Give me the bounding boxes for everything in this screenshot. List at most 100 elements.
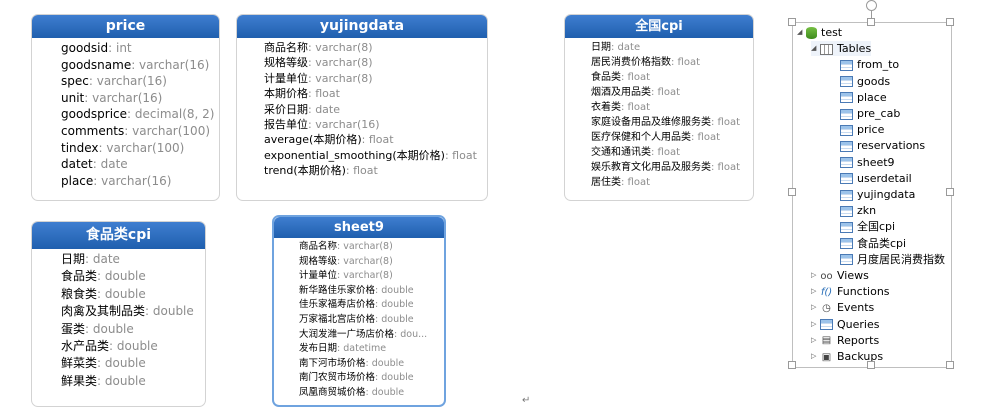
events-clock-icon: ◷ bbox=[822, 302, 831, 314]
field-row: 鲜菜类: double bbox=[61, 355, 205, 372]
resize-handle-ne[interactable] bbox=[946, 18, 954, 26]
field-row: comments: varchar(100) bbox=[61, 123, 219, 140]
field-type: : double bbox=[375, 313, 414, 325]
field-type: : double bbox=[97, 269, 146, 284]
collapsed-arrow-icon[interactable]: ▷ bbox=[811, 333, 820, 348]
field-name: 居住类 bbox=[591, 177, 621, 188]
collapsed-arrow-icon[interactable]: ▷ bbox=[811, 349, 820, 364]
field-row: 计量单位: varchar(8) bbox=[264, 71, 487, 86]
tree-node-queries[interactable]: ▷ Queries bbox=[811, 317, 879, 332]
resize-handle-se[interactable] bbox=[946, 361, 954, 369]
expanded-arrow-icon[interactable]: ◢ bbox=[797, 25, 806, 40]
expanded-arrow-icon[interactable]: ◢ bbox=[811, 41, 820, 56]
field-name: 衣着类 bbox=[591, 102, 621, 113]
tree-node-tables[interactable]: ◢ Tables bbox=[811, 41, 872, 57]
table-icon bbox=[840, 157, 853, 169]
field-row: 规格等级: varchar(8) bbox=[264, 55, 487, 70]
tree-node-table[interactable]: pre_cab bbox=[831, 106, 900, 121]
tree-node-label: Backups bbox=[837, 350, 884, 363]
tree-node-label: Events bbox=[837, 301, 875, 315]
navigator-tree-panel[interactable]: ◢ test ◢ Tables from_togoods place pre_cab pric… bbox=[792, 22, 952, 368]
field-type: : varchar(16) bbox=[131, 57, 210, 72]
table-icon bbox=[840, 173, 853, 185]
field-name: 采价日期 bbox=[264, 102, 308, 116]
field-row: 发布日期: datetime bbox=[299, 342, 444, 357]
field-name: 蛋类 bbox=[61, 321, 86, 336]
yujingdata-table[interactable]: yujingdata 商品名称: varchar(8) 规格等级: varchar… bbox=[236, 14, 488, 201]
tree-node-table[interactable]: place bbox=[831, 90, 887, 105]
field-name: 日期 bbox=[61, 252, 86, 266]
field-row: 肉禽及其制品类: double bbox=[61, 303, 205, 320]
tree-node-events[interactable]: ▷ ◷ Events bbox=[811, 300, 874, 315]
field-row: 新华路佳乐家价格: double bbox=[299, 284, 444, 299]
tree-node-table[interactable]: 月度居民消费指数 bbox=[831, 252, 945, 267]
field-type: : float bbox=[711, 117, 741, 128]
field-type: : float bbox=[691, 132, 721, 143]
tree-node-label: goods bbox=[857, 74, 891, 88]
tree-node-table[interactable]: 全国cpi bbox=[831, 219, 895, 234]
sheet9-table[interactable]: sheet9 商品名称: varchar(8) 规格等级: varchar(8) 计… bbox=[272, 215, 446, 407]
resize-handle-n[interactable] bbox=[867, 18, 875, 26]
field-type: : datetime bbox=[337, 343, 387, 355]
field-row: 日期: date bbox=[61, 251, 205, 268]
field-name: tindex bbox=[61, 140, 99, 155]
food-cpi-field-list: 日期: date 食品类: double 粮食类: double 肉禽及其制品类: d… bbox=[32, 249, 205, 394]
field-name: 佳乐家福寿店价格 bbox=[299, 299, 376, 311]
tree-node-label: Queries bbox=[837, 317, 880, 331]
field-name: goodsid bbox=[61, 41, 109, 55]
field-type: : dou... bbox=[394, 328, 428, 340]
resize-handle-nw[interactable] bbox=[788, 18, 796, 26]
field-type: : double bbox=[145, 304, 194, 319]
table-icon bbox=[840, 254, 853, 266]
field-name: 鲜菜类 bbox=[61, 356, 98, 371]
field-type: : varchar(8) bbox=[337, 255, 393, 267]
field-name: 家庭设备用品及维修服务类 bbox=[591, 117, 711, 128]
table-icon bbox=[840, 108, 853, 120]
tree-node-views[interactable]: ▷ oo Views bbox=[811, 268, 869, 283]
field-name: 娱乐教育文化用品及服务类 bbox=[591, 162, 711, 173]
tree-node-reports[interactable]: ▷ ▤ Reports bbox=[811, 333, 879, 348]
collapsed-arrow-icon[interactable]: ▷ bbox=[811, 268, 820, 283]
national-cpi-table[interactable]: 全国cpi 日期: date 居民消费价格指数: float 食品类: float 烟… bbox=[564, 14, 754, 201]
collapsed-arrow-icon[interactable]: ▷ bbox=[811, 284, 820, 299]
sheet9-field-list: 商品名称: varchar(8) 规格等级: varchar(8) 计量单位: va… bbox=[274, 238, 444, 405]
field-type: : float bbox=[361, 133, 394, 147]
tree-node-table[interactable]: goods bbox=[831, 74, 890, 89]
tree-node-label: sheet9 bbox=[857, 155, 895, 169]
tree-node-database[interactable]: ◢ test bbox=[797, 25, 842, 40]
tree-node-table[interactable]: price bbox=[831, 122, 884, 137]
tree-node-table[interactable]: 食品类cpi bbox=[831, 236, 906, 251]
price-table[interactable]: price goodsid: int goodsname: varchar(16)… bbox=[31, 14, 220, 201]
collapsed-arrow-icon[interactable]: ▷ bbox=[811, 300, 820, 315]
food-cpi-table[interactable]: 食品类cpi 日期: date 食品类: double 粮食类: double 肉禽及… bbox=[31, 221, 206, 407]
resize-handle-e[interactable] bbox=[946, 188, 954, 196]
field-type: : double bbox=[365, 386, 405, 398]
tree-node-functions[interactable]: ▷ f() Functions bbox=[811, 284, 890, 299]
tree-node-label: userdetail bbox=[857, 171, 912, 185]
field-row: unit: varchar(16) bbox=[61, 90, 219, 107]
field-name: datet bbox=[61, 157, 93, 172]
resize-handle-sw[interactable] bbox=[788, 361, 796, 369]
table-icon bbox=[840, 205, 853, 217]
tree-node-label: zkn bbox=[857, 204, 877, 218]
tree-node-table[interactable]: sheet9 bbox=[831, 155, 895, 170]
tree-node-label: 全国cpi bbox=[857, 220, 896, 234]
national-cpi-field-list: 日期: date 居民消费价格指数: float 食品类: float 烟酒及用品类:… bbox=[565, 38, 753, 194]
tree-node-table[interactable]: from_to bbox=[831, 57, 899, 72]
query-icon bbox=[820, 319, 833, 331]
tree-node-table[interactable]: zkn bbox=[831, 203, 876, 218]
tree-node-table[interactable]: reservations bbox=[831, 138, 925, 153]
field-type: : float bbox=[711, 162, 741, 173]
report-icon: ▤ bbox=[821, 335, 832, 347]
field-row: 居民消费价格指数: float bbox=[591, 55, 753, 70]
resize-handle-s[interactable] bbox=[867, 361, 875, 369]
resize-handle-w[interactable] bbox=[788, 188, 796, 196]
tree-node-table[interactable]: userdetail bbox=[831, 171, 912, 186]
field-name: 发布日期 bbox=[299, 343, 338, 355]
field-type: : double bbox=[97, 286, 146, 301]
field-name: 计量单位 bbox=[264, 71, 308, 85]
field-name: 烟酒及用品类 bbox=[591, 87, 651, 98]
collapsed-arrow-icon[interactable]: ▷ bbox=[811, 317, 820, 332]
tree-node-table[interactable]: yujingdata bbox=[831, 187, 915, 202]
field-row: 南门农贸市场价格: double bbox=[299, 371, 444, 386]
